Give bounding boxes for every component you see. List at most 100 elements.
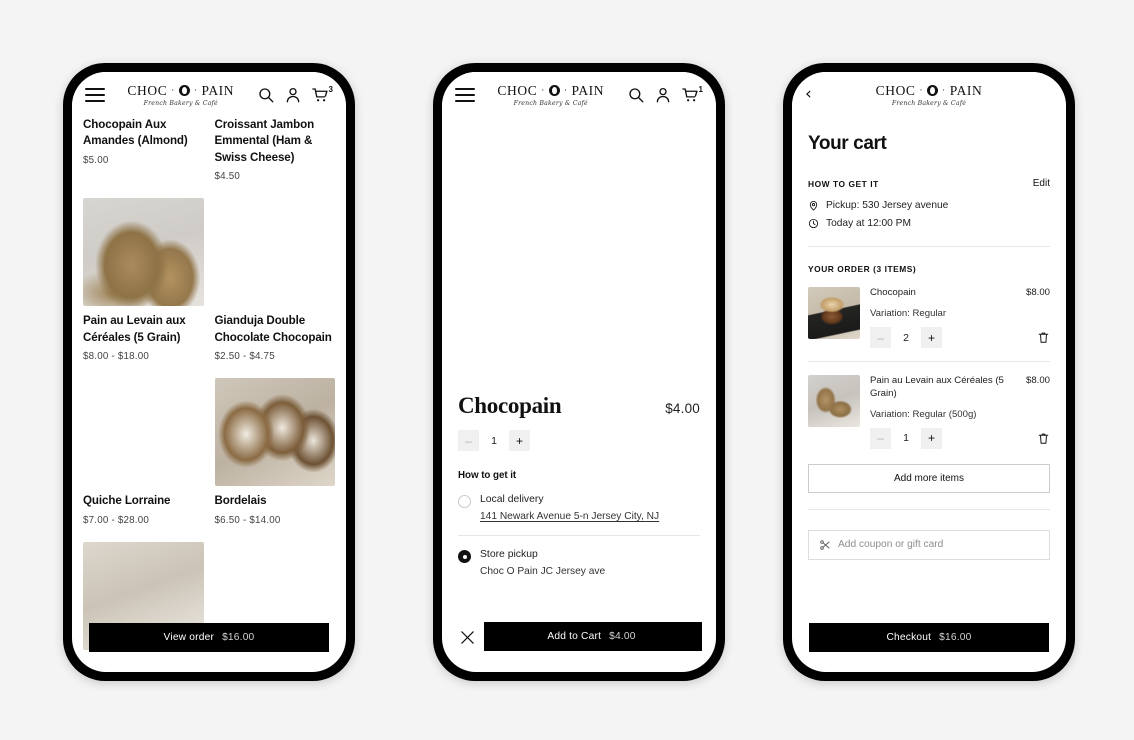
quantity-decrement-button[interactable]: – xyxy=(870,427,891,449)
pickup-info-row: Pickup: 530 Jersey avenue xyxy=(808,200,1050,211)
product-title: Chocopain xyxy=(458,393,562,418)
close-icon xyxy=(460,630,474,644)
phone-product-detail: CHOC · · PAIN French Bakery & Café 1 Cho… xyxy=(433,63,725,681)
brand-logo[interactable]: CHOC · · PAIN French Bakery & Café xyxy=(825,83,1033,107)
person-icon[interactable] xyxy=(284,86,302,104)
cart-item-variation: Variation: Regular xyxy=(870,308,947,320)
cart-item-name: Chocopain xyxy=(870,287,916,298)
cart-count-badge: 3 xyxy=(328,84,333,94)
person-icon[interactable] xyxy=(654,86,672,104)
cart-item-body: Pain au Levain aux Céréales (5 Grain) $8… xyxy=(870,375,1050,449)
detail-top-bar: CHOC · · PAIN French Bakery & Café 1 xyxy=(442,72,716,117)
product-price: $7.00 - $28.00 xyxy=(83,514,149,526)
view-order-amount: $16.00 xyxy=(222,632,255,643)
cart-item-variation: Variation: Regular (500g) xyxy=(870,408,977,420)
product-card[interactable]: Quiche Lorraine $7.00 - $28.00 xyxy=(83,378,204,539)
view-order-bar[interactable]: View order $16.00 xyxy=(89,623,329,652)
location-pin-icon xyxy=(809,201,818,211)
brand-tagline: French Bakery & Café xyxy=(513,99,588,107)
phone-catalog-screen: CHOC · · PAIN French Bakery & Café 3 Cho… xyxy=(72,72,346,672)
quantity-decrement-button[interactable]: – xyxy=(870,327,891,349)
product-card[interactable]: Chocopain Aux Amandes (Almond) $5.00 xyxy=(83,117,204,196)
radio-icon[interactable] xyxy=(458,495,471,508)
search-icon[interactable] xyxy=(627,86,645,104)
pickup-location: Pickup: 530 Jersey avenue xyxy=(826,200,949,211)
brand-logo-wordmark: CHOC · · PAIN xyxy=(475,83,627,99)
cart-button[interactable]: 1 xyxy=(681,85,703,104)
product-title-row: Chocopain $4.00 xyxy=(458,393,700,419)
brand-logo-dot-left: · xyxy=(171,84,175,95)
phone-cart: ‹ CHOC · · PAIN French Bakery & Café You… xyxy=(783,63,1075,681)
fulfillment-option-body: Local delivery 141 Newark Avenue 5-n Jer… xyxy=(480,494,659,522)
divider xyxy=(808,246,1050,247)
product-card[interactable]: Croissant Jambon Emmental (Ham & Swiss C… xyxy=(215,117,336,196)
fulfillment-option-store-pickup[interactable]: Store pickup Choc O Pain JC Jersey ave xyxy=(458,549,700,577)
cart-button[interactable]: 3 xyxy=(311,84,333,104)
quantity-increment-button[interactable]: + xyxy=(509,430,530,451)
quantity-stepper: – 1 + xyxy=(870,427,942,449)
edit-button[interactable]: Edit xyxy=(1033,178,1050,189)
brand-logo-dot-left: · xyxy=(919,84,924,95)
brand-logo-left: CHOC xyxy=(497,82,538,98)
catalog-top-bar: CHOC · · PAIN French Bakery & Café 3 xyxy=(72,72,346,117)
brand-logo[interactable]: CHOC · · PAIN French Bakery & Café xyxy=(475,83,627,107)
brand-logo[interactable]: CHOC · · PAIN French Bakery & Café xyxy=(105,83,257,107)
fulfillment-option-address[interactable]: 141 Newark Avenue 5-n Jersey City, NJ xyxy=(480,511,659,522)
back-chevron-icon[interactable]: ‹ xyxy=(805,86,825,103)
quantity-increment-button[interactable]: + xyxy=(921,327,942,349)
add-to-cart-bar[interactable]: Add to Cart $4.00 xyxy=(481,622,702,651)
product-name: Chocopain Aux Amandes (Almond) xyxy=(83,118,188,148)
search-icon[interactable] xyxy=(257,86,275,104)
product-hero-image xyxy=(442,117,716,379)
quantity-value: 1 xyxy=(903,432,909,445)
pickup-time: Today at 12:00 PM xyxy=(826,218,911,229)
close-button[interactable] xyxy=(450,620,484,654)
cart-item: Pain au Levain aux Céréales (5 Grain) $8… xyxy=(808,362,1050,449)
fulfillment-option-body: Store pickup Choc O Pain JC Jersey ave xyxy=(480,549,605,577)
coupon-input[interactable]: Add coupon or gift card xyxy=(808,529,1050,560)
product-image xyxy=(215,198,336,306)
phone-cart-screen: ‹ CHOC · · PAIN French Bakery & Café You… xyxy=(792,72,1066,672)
phone-product-detail-screen: CHOC · · PAIN French Bakery & Café 1 Cho… xyxy=(442,72,716,672)
quantity-value: 1 xyxy=(491,434,497,447)
brand-seal-icon xyxy=(927,84,939,96)
how-to-get-it-label: HOW TO GET IT xyxy=(808,178,879,189)
product-card[interactable]: Bordelais $6.50 - $14.00 xyxy=(214,378,335,539)
cart-item: Chocopain $8.00 Variation: Regular – 2 + xyxy=(808,274,1050,349)
fulfillment-option-local-delivery[interactable]: Local delivery 141 Newark Avenue 5-n Jer… xyxy=(458,494,700,522)
product-price: $2.50 - $4.75 xyxy=(214,351,275,363)
brand-logo-wordmark: CHOC · · PAIN xyxy=(105,83,257,99)
product-name: Gianduja Double Chocolate Chocopain xyxy=(214,314,332,344)
product-image xyxy=(83,378,204,486)
quantity-value: 2 xyxy=(903,331,909,344)
radio-icon[interactable] xyxy=(458,550,471,563)
trash-icon[interactable] xyxy=(1037,432,1050,445)
cart-item-controls: – 2 + xyxy=(870,327,1050,349)
product-card[interactable]: Pain au Levain aux Céréales (5 Grain) $8… xyxy=(83,198,204,376)
brand-logo-left: CHOC xyxy=(127,82,168,98)
cart-item-header: Chocopain $8.00 xyxy=(870,287,1050,299)
fulfillment-option-address[interactable]: Choc O Pain JC Jersey ave xyxy=(480,566,605,577)
brand-logo-dot-left: · xyxy=(541,84,545,95)
add-more-items-button[interactable]: Add more items xyxy=(808,463,1050,493)
add-to-cart-label: Add to Cart xyxy=(547,631,602,642)
hamburger-icon[interactable] xyxy=(85,87,105,102)
fulfillment-option-label: Local delivery xyxy=(480,494,544,505)
product-card[interactable]: Gianduja Double Chocolate Chocopain $2.5… xyxy=(215,198,336,376)
cart-item-name: Pain au Levain aux Céréales (5 Grain) xyxy=(870,375,1004,399)
trash-icon[interactable] xyxy=(1037,331,1050,344)
quantity-decrement-button[interactable]: – xyxy=(458,430,479,451)
cart-body: Your cart HOW TO GET IT Edit Pickup: 530… xyxy=(792,133,1066,560)
product-image xyxy=(83,198,204,307)
catalog-top-icons: 3 xyxy=(257,84,333,104)
view-order-label: View order xyxy=(163,632,215,643)
brand-logo-dot-right: · xyxy=(193,84,198,95)
brand-logo-left: CHOC xyxy=(875,82,916,98)
brand-logo-wordmark: CHOC · · PAIN xyxy=(825,83,1033,99)
your-order-label: YOUR ORDER (3 ITEMS) xyxy=(808,264,917,274)
quantity-increment-button[interactable]: + xyxy=(921,427,942,449)
product-grid: Chocopain Aux Amandes (Almond) $5.00 Cro… xyxy=(72,117,346,671)
hamburger-icon[interactable] xyxy=(455,87,475,102)
checkout-bar[interactable]: Checkout $16.00 xyxy=(809,623,1049,652)
product-price: $5.00 xyxy=(83,154,109,166)
